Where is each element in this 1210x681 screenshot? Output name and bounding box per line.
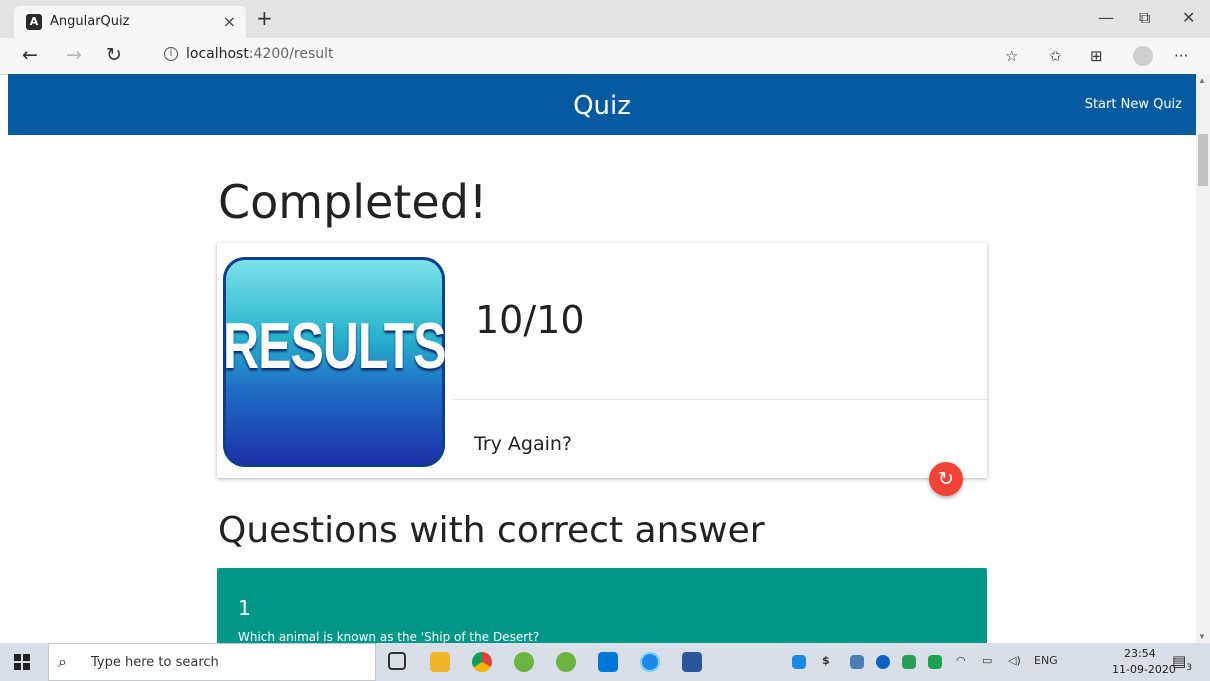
search-placeholder: Type here to search — [91, 655, 219, 670]
notification-icon[interactable]: ▤3 — [1172, 652, 1192, 673]
volume-icon[interactable]: ◁) — [1008, 654, 1021, 667]
question-card: 1 Which animal is known as the 'Ship of … — [217, 568, 987, 648]
url-field[interactable]: i localhost:4200/result — [150, 42, 1030, 70]
retry-button[interactable]: ↻ — [929, 462, 963, 496]
cloud-icon[interactable] — [792, 655, 806, 669]
chrome-icon[interactable] — [472, 652, 492, 672]
start-new-quiz-link[interactable]: Start New Quiz — [1085, 97, 1182, 112]
angular-logo-icon: A — [26, 14, 42, 30]
refresh-icon: ↻ — [938, 468, 954, 490]
restore-icon[interactable]: ⧉ — [1139, 8, 1150, 28]
taskbar-search-box[interactable]: ⌕ Type here to search — [48, 643, 376, 681]
question-text: Which animal is known as the 'Ship of th… — [238, 630, 540, 644]
url-text: localhost:4200/result — [186, 46, 334, 62]
spring-tool-icon-2[interactable] — [556, 652, 576, 672]
score: 10/10 — [475, 298, 585, 342]
profile-icon[interactable] — [1133, 46, 1153, 66]
new-tab-icon[interactable]: + — [256, 6, 273, 30]
address-bar: ← → ↻ i localhost:4200/result ☆ ✩ ⊞ ··· — [0, 38, 1210, 75]
app-header: Quiz Start New Quiz — [8, 74, 1196, 135]
word-icon[interactable] — [682, 652, 702, 672]
try-again-label: Try Again? — [474, 433, 573, 455]
app-title: Quiz — [573, 91, 631, 121]
results-image: RESULTS — [223, 257, 445, 467]
clock-time[interactable]: 23:54 — [1124, 647, 1156, 660]
more-icon[interactable]: ··· — [1174, 47, 1188, 65]
minimize-icon[interactable]: — — [1098, 8, 1114, 27]
card-divider — [453, 399, 987, 400]
star-icon[interactable]: ☆ — [1005, 47, 1018, 65]
edge-icon[interactable] — [640, 652, 660, 672]
info-icon[interactable]: i — [164, 47, 178, 61]
page-scrollbar[interactable]: ▲ ▼ — [1196, 74, 1210, 643]
results-image-text: RESULTS — [223, 309, 445, 383]
intellij-icon[interactable] — [928, 655, 942, 669]
windows-start-icon[interactable] — [14, 654, 30, 670]
back-icon[interactable]: ← — [22, 44, 38, 66]
close-window-icon[interactable]: ✕ — [1182, 8, 1195, 27]
security-icon[interactable] — [902, 655, 916, 669]
question-number: 1 — [238, 596, 251, 620]
scroll-down-icon[interactable]: ▼ — [1198, 632, 1206, 641]
onedrive-icon[interactable] — [876, 655, 890, 669]
task-view-icon[interactable] — [388, 652, 406, 670]
browser-tab[interactable]: A AngularQuiz × — [14, 6, 246, 38]
dollar-icon[interactable]: $ — [822, 654, 830, 667]
browser-tab-bar: A AngularQuiz × + — ⧉ ✕ — [0, 0, 1210, 38]
forward-icon[interactable]: → — [66, 44, 82, 66]
completed-heading: Completed! — [218, 175, 488, 229]
language-indicator[interactable]: ENG — [1034, 654, 1058, 667]
favorites-icon[interactable]: ✩ — [1049, 47, 1062, 65]
taskbar: ⌕ Type here to search $ ◠ ▭ ◁) ENG 23:54… — [0, 643, 1210, 681]
battery-icon[interactable]: ▭ — [982, 654, 992, 667]
clock-date[interactable]: 11-09-2020 — [1112, 663, 1176, 676]
app-icon[interactable] — [850, 655, 864, 669]
result-card: RESULTS 10/10 Try Again? — [217, 243, 987, 478]
collections-icon[interactable]: ⊞ — [1090, 47, 1103, 65]
file-explorer-icon[interactable] — [430, 652, 450, 672]
scroll-thumb[interactable] — [1198, 134, 1208, 186]
tab-title: AngularQuiz — [50, 14, 130, 29]
search-icon: ⌕ — [58, 652, 67, 671]
refresh-icon[interactable]: ↻ — [106, 44, 122, 66]
close-tab-icon[interactable]: × — [223, 12, 236, 31]
correct-answers-heading: Questions with correct answer — [218, 510, 765, 551]
wifi-icon[interactable]: ◠ — [956, 654, 966, 667]
vscode-icon[interactable] — [598, 652, 618, 672]
scroll-up-icon[interactable]: ▲ — [1198, 76, 1206, 85]
spring-tool-icon[interactable] — [514, 652, 534, 672]
